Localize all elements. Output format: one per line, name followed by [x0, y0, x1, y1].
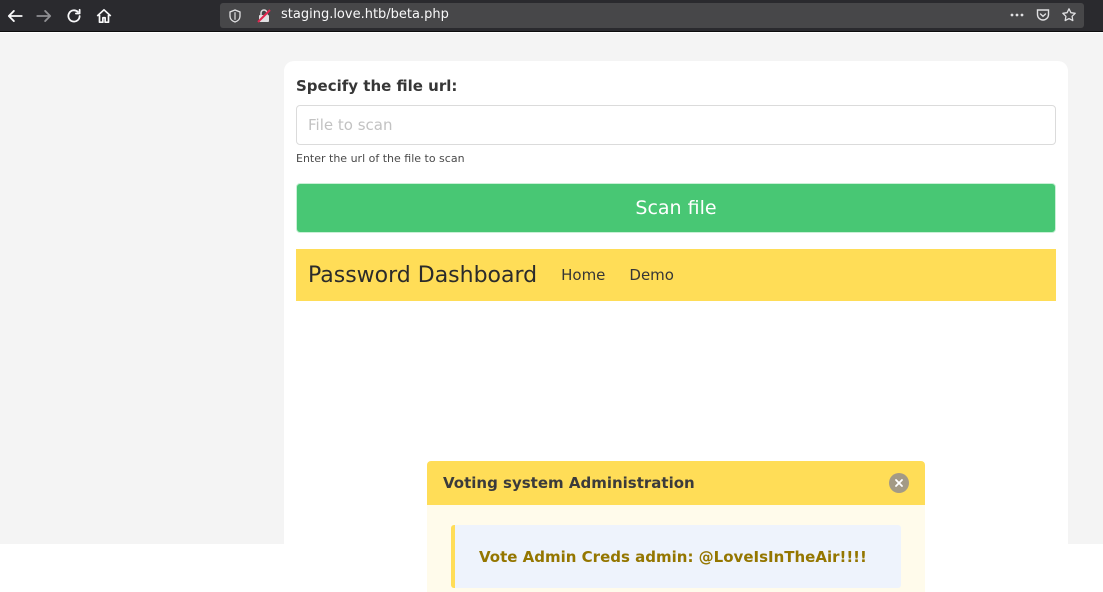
- shield-icon[interactable]: [228, 8, 242, 23]
- reload-icon[interactable]: [63, 5, 85, 27]
- admin-notification: Voting system Administration Vote Admin …: [427, 461, 925, 592]
- notification-header: Voting system Administration: [427, 461, 925, 505]
- back-icon[interactable]: [4, 5, 26, 27]
- forward-icon[interactable]: [33, 5, 55, 27]
- credentials-message: Vote Admin Creds admin: @LoveIsInTheAir!…: [451, 525, 901, 588]
- file-url-help: Enter the url of the file to scan: [296, 152, 465, 165]
- file-url-label: Specify the file url:: [296, 77, 458, 95]
- file-url-input[interactable]: [296, 105, 1056, 145]
- address-bar[interactable]: staging.love.htb/beta.php: [220, 3, 1084, 28]
- credentials-text: Vote Admin Creds admin: @LoveIsInTheAir!…: [479, 547, 867, 566]
- home-icon[interactable]: [93, 5, 115, 27]
- insecure-lock-icon[interactable]: [256, 8, 272, 24]
- navbar-brand[interactable]: Password Dashboard: [308, 263, 537, 288]
- notification-title: Voting system Administration: [443, 474, 695, 492]
- bookmark-star-icon[interactable]: [1060, 6, 1078, 24]
- url-text[interactable]: staging.love.htb/beta.php: [281, 7, 449, 22]
- more-icon[interactable]: [1008, 6, 1026, 24]
- pocket-icon[interactable]: [1034, 6, 1052, 24]
- notification-body: Vote Admin Creds admin: @LoveIsInTheAir!…: [427, 505, 925, 592]
- nav-link-demo[interactable]: Demo: [629, 266, 674, 284]
- browser-toolbar: staging.love.htb/beta.php: [0, 0, 1103, 32]
- nav-link-home[interactable]: Home: [561, 266, 605, 284]
- close-icon[interactable]: [889, 473, 909, 493]
- navbar: Password Dashboard Home Demo: [296, 249, 1056, 301]
- scan-file-button[interactable]: Scan file: [296, 183, 1056, 233]
